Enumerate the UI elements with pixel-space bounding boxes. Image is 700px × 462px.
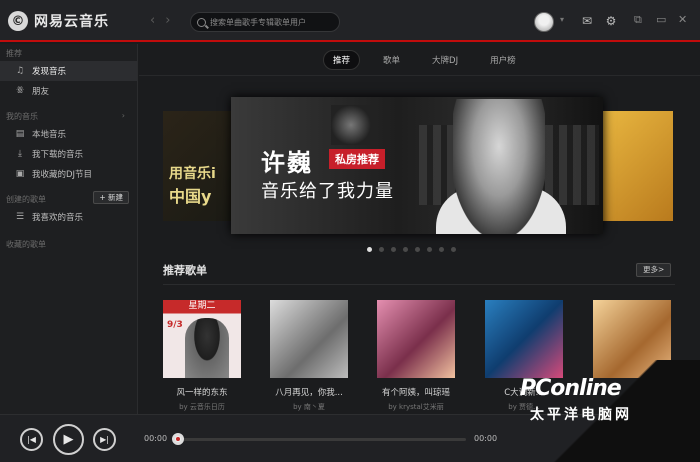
sidebar-item-label: 发现音乐: [32, 67, 67, 77]
previous-track-button[interactable]: |◀: [20, 428, 43, 451]
sidebar-section-my-music[interactable]: 我的音乐 ›: [0, 107, 137, 124]
new-playlist-button[interactable]: + 新建: [93, 191, 129, 204]
playlist-author[interactable]: by 云音乐日历: [163, 402, 241, 412]
playlist-cover[interactable]: 星期二 9/3: [163, 300, 241, 378]
cover-person-image: [185, 318, 229, 378]
divider: [163, 284, 675, 285]
download-icon: ⤓: [18, 149, 22, 159]
sidebar-item-label: 朋友: [32, 87, 50, 97]
sidebar-item-label: 我下载的音乐: [32, 150, 84, 160]
gear-icon[interactable]: ⚙: [604, 14, 618, 28]
main-content: 推荐 歌单 大牌DJ 用户榜 用音乐i 中国y 许巍 私房推荐 音乐给了我力量 …: [139, 44, 700, 414]
playlist-card[interactable]: 有个阿姨，叫琼瑶 by krystal艾米丽: [377, 300, 455, 412]
minimize-icon[interactable]: ▭: [656, 13, 666, 26]
banner-pagination: [367, 247, 456, 252]
chevron-down-icon[interactable]: ▾: [560, 15, 564, 24]
watermark-subtitle: 太平洋电脑网: [530, 407, 632, 423]
history-nav: ‹ ›: [150, 13, 170, 28]
playlist-author[interactable]: by krystal艾米丽: [377, 402, 455, 412]
banner-next-slide[interactable]: [603, 111, 673, 221]
tab-user-ranking[interactable]: 用户榜: [481, 51, 525, 69]
banner-artist-image: [453, 99, 545, 234]
banner-tag: 私房推荐: [329, 149, 385, 169]
sidebar-item-local-music[interactable]: ▤ 本地音乐: [0, 124, 137, 144]
sidebar-item-label: 我收藏的DJ节目: [32, 170, 93, 180]
play-button[interactable]: ▶: [53, 424, 84, 455]
netease-music-logo-icon: ©: [8, 11, 28, 31]
next-track-button[interactable]: ▶|: [93, 428, 116, 451]
section-title: 推荐歌单: [163, 264, 207, 277]
previous-icon: |◀: [27, 435, 36, 444]
search-input[interactable]: [210, 17, 335, 27]
playlist-cover[interactable]: [270, 300, 348, 378]
sidebar-section-created-playlists: 创建的歌单 + 新建: [0, 190, 137, 207]
app-logo[interactable]: © 网易云音乐: [8, 11, 109, 31]
back-arrow-icon[interactable]: ‹: [150, 13, 155, 28]
friends-icon: ꗥ: [15, 86, 25, 96]
mini-mode-icon[interactable]: ⧉: [634, 13, 642, 27]
banner-stage-image: [331, 105, 371, 145]
banner-dot[interactable]: [439, 247, 444, 252]
banner-artist-name: 许巍: [261, 149, 313, 177]
banner[interactable]: 许巍 私房推荐 音乐给了我力量: [231, 97, 603, 234]
search-icon: [197, 17, 206, 27]
calendar-badge: 星期二: [188, 301, 216, 311]
tab-recommend[interactable]: 推荐: [323, 49, 361, 70]
section-label: 创建的歌单: [6, 195, 46, 204]
playlist-card[interactable]: 八月再见，你我... by 南丶夏: [270, 300, 348, 412]
title-bar: © 网易云音乐 ‹ › ▾ ✉ ⚙ ⧉ ▭ ✕: [0, 0, 700, 42]
sidebar-item-downloads[interactable]: ⤓ 我下载的音乐: [0, 144, 137, 164]
radio-icon: ▣: [15, 169, 25, 179]
total-time: 00:00: [474, 434, 498, 443]
music-note-icon: ♫: [15, 66, 25, 76]
playlist-title[interactable]: 有个阿姨，叫琼瑶: [377, 386, 455, 398]
sidebar: 推荐 ♫ 发现音乐 ꗥ 朋友 我的音乐 › ▤ 本地音乐 ⤓ 我下载的音乐 ▣ …: [0, 44, 138, 414]
close-icon[interactable]: ✕: [678, 13, 687, 26]
app-title: 网易云音乐: [34, 14, 109, 30]
tab-playlists[interactable]: 歌单: [374, 51, 409, 69]
playlist-icon: ☰: [15, 212, 25, 222]
watermark-logo: PConline: [520, 376, 622, 401]
sidebar-item-friends[interactable]: ꗥ 朋友: [0, 81, 137, 101]
elapsed-time: 00:00: [144, 434, 168, 443]
section-label: 我的音乐: [6, 112, 38, 121]
tab-top-dj[interactable]: 大牌DJ: [423, 51, 467, 69]
banner-prev-text: 用音乐i: [169, 166, 216, 182]
chevron-right-icon: ›: [121, 111, 125, 120]
banner-slogan: 音乐给了我力量: [261, 181, 394, 202]
banner-dot[interactable]: [451, 247, 456, 252]
play-icon: ▶: [63, 432, 74, 447]
mail-icon[interactable]: ✉: [580, 14, 594, 28]
sidebar-item-dj-programs[interactable]: ▣ 我收藏的DJ节目: [0, 164, 137, 184]
local-music-icon: ▤: [15, 129, 25, 139]
calendar-date: 9/3: [167, 320, 183, 330]
banner-dot[interactable]: [403, 247, 408, 252]
next-icon: ▶|: [100, 435, 109, 444]
playlist-author[interactable]: by 南丶夏: [270, 402, 348, 412]
playlist-card[interactable]: 星期二 9/3 风一样的东东 by 云音乐日历: [163, 300, 241, 412]
tab-bar: 推荐 歌单 大牌DJ 用户榜: [139, 44, 700, 76]
progress-bar[interactable]: [178, 438, 466, 441]
sidebar-item-liked-music[interactable]: ☰ 我喜欢的音乐: [0, 207, 137, 227]
progress-thumb[interactable]: [172, 433, 184, 445]
banner-dot[interactable]: [427, 247, 432, 252]
sidebar-item-label: 我喜欢的音乐: [32, 213, 84, 223]
playlist-cover[interactable]: [377, 300, 455, 378]
playlist-title[interactable]: 八月再见，你我...: [270, 386, 348, 398]
sidebar-section-recommend: 推荐: [6, 49, 22, 58]
sidebar-section-collected-playlists: 收藏的歌单: [6, 240, 46, 249]
banner-dot[interactable]: [379, 247, 384, 252]
sidebar-item-discover-music[interactable]: ♫ 发现音乐: [0, 61, 137, 81]
banner-dot[interactable]: [367, 247, 372, 252]
search-box[interactable]: [190, 12, 340, 32]
playlist-title[interactable]: 风一样的东东: [163, 386, 241, 398]
sidebar-item-label: 本地音乐: [32, 130, 67, 140]
more-button[interactable]: 更多>: [636, 263, 672, 277]
banner-dot[interactable]: [391, 247, 396, 252]
banner-dot[interactable]: [415, 247, 420, 252]
avatar[interactable]: [534, 12, 554, 32]
forward-arrow-icon[interactable]: ›: [165, 13, 170, 28]
banner-prev-text-2: 中国y: [169, 187, 212, 206]
